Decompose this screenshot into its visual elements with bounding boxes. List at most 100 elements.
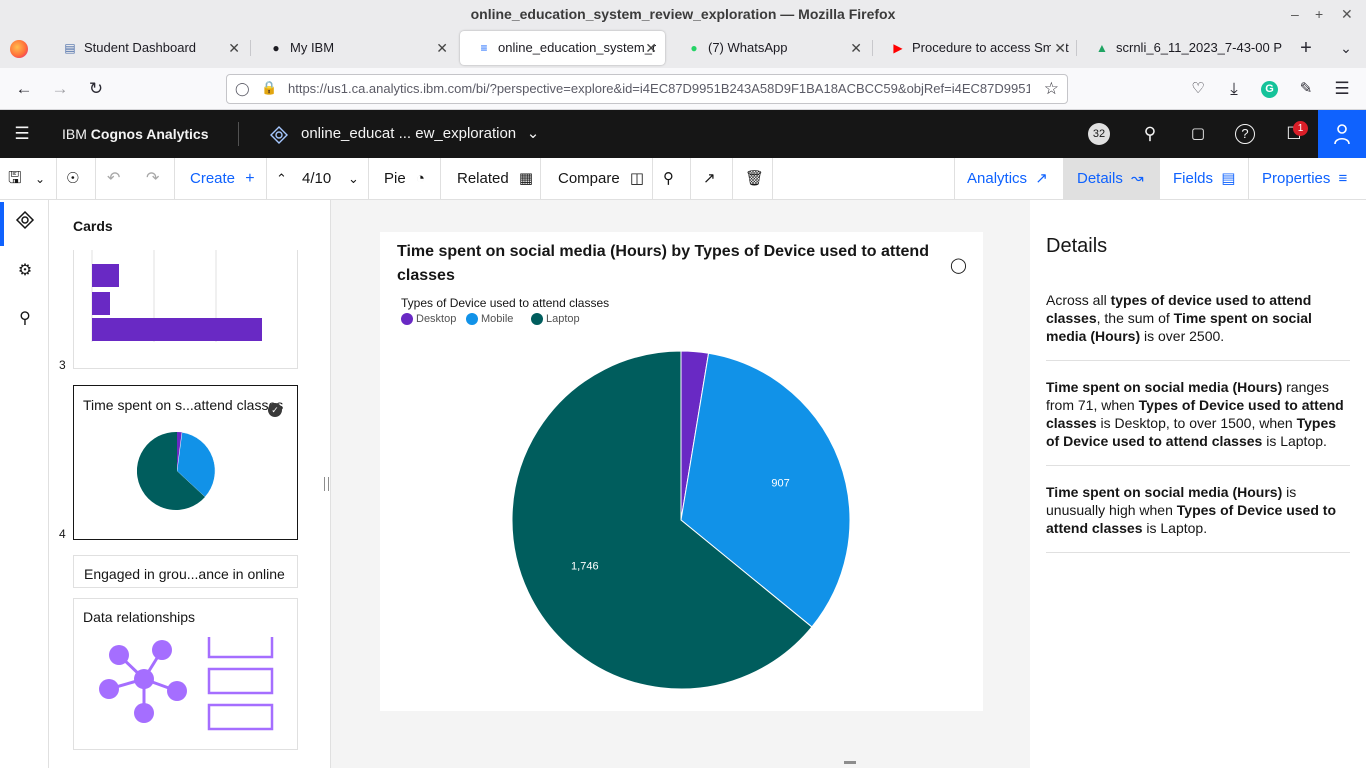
maximize-icon[interactable]: + [1315, 0, 1323, 28]
insight-emphasis: Time spent on social media (Hours) [1046, 484, 1283, 500]
close-tab-icon[interactable]: ✕ [850, 28, 862, 68]
related-button[interactable]: Related ▦ [457, 158, 533, 200]
browser-tab-google-drive[interactable]: ▲ scrnli_6_11_2023_7-43-00 P [1078, 28, 1284, 68]
card-number: 3 [59, 358, 66, 372]
tab-fields[interactable]: Fields ▤ [1173, 158, 1235, 199]
chevron-down-icon[interactable]: ⌄ [521, 122, 545, 146]
browser-tab-student-dashboard[interactable]: ▤ Student Dashboard ✕ [46, 28, 248, 68]
browser-tab-youtube[interactable]: ▶ Procedure to access Smart ✕ [874, 28, 1074, 68]
browser-tab-strip: ▤ Student Dashboard ✕ ● My IBM ✕ ≡ online_e… [0, 28, 1366, 68]
cards-panel: Cards 3 Time spent on s...attend classes… [49, 200, 324, 768]
previous-card-icon[interactable]: ⌃ [276, 158, 287, 200]
shield-icon[interactable]: ◯ [235, 81, 250, 97]
left-rail: ⚙ ⚲ [0, 200, 49, 768]
card-4-selected[interactable]: Time spent on s...attend classes ✓ [73, 385, 298, 540]
card-title: Data relationships [83, 609, 196, 625]
search-icon[interactable]: ⚲ [1138, 122, 1162, 146]
viz-type-label: Pie [384, 170, 406, 187]
undo-icon[interactable]: ↶ [107, 158, 120, 200]
canvas-area: Time spent on social media (Hours) by Ty… [330, 200, 1030, 768]
browser-tab-whatsapp[interactable]: ● (7) WhatsApp ✕ [670, 28, 870, 68]
analytics-icon: ↗ [1035, 170, 1048, 187]
compare-button[interactable]: Compare ◫ [558, 158, 644, 200]
bookmark-star-icon[interactable]: ☆ [1044, 79, 1059, 99]
tab-label: scrnli_6_11_2023_7-43-00 P [1116, 40, 1282, 55]
visualization-type-button[interactable]: Pie ◔ [384, 158, 425, 200]
close-tab-icon[interactable]: ✕ [1051, 28, 1066, 68]
user-icon [1334, 122, 1350, 146]
card-3-bar-thumbnail [91, 250, 262, 342]
card-title: Time spent on s...attend classes [83, 397, 284, 413]
insight-text: , the sum of [1096, 310, 1174, 326]
hamburger-menu-icon[interactable]: ☰ [10, 122, 34, 146]
reload-icon[interactable]: ↻ [84, 77, 108, 101]
close-window-icon[interactable]: ✕ [1341, 0, 1353, 28]
delete-icon[interactable]: 🗑 [745, 158, 764, 200]
url-bar[interactable]: ◯ 🔒 https://us1.ca.analytics.ibm.com/bi/… [226, 74, 1068, 104]
details-title: Details [1046, 235, 1108, 257]
trend-icon[interactable]: ↗ [703, 158, 716, 200]
app-menu-icon[interactable]: ☰ [1330, 77, 1354, 101]
tab-properties[interactable]: Properties ≡ [1262, 158, 1347, 199]
data-label-mobile: 907 [771, 477, 789, 489]
tab-details[interactable]: Details ↝ [1063, 158, 1159, 199]
close-tab-icon[interactable]: ✕ [436, 28, 448, 68]
minimize-icon[interactable]: – [1291, 0, 1299, 28]
pin-icon[interactable]: ⚲ [663, 158, 674, 200]
share-icon[interactable]: ☉ [66, 158, 79, 200]
tab-label: Student Dashboard [84, 40, 197, 55]
panel-resize-handle[interactable] [324, 477, 329, 491]
ibm-icon: ● [272, 41, 280, 55]
related-icon: ▦ [518, 170, 534, 187]
exploration-cards-icon[interactable] [12, 210, 38, 236]
insight-2: Time spent on social media (Hours) range… [1046, 378, 1350, 450]
cognos-header: ☰ IBM Cognos Analytics online_educat ...… [0, 110, 1366, 158]
card-5[interactable]: Engaged in grou...ance in online [73, 555, 298, 588]
product-name-bold: Cognos Analytics [90, 126, 209, 142]
canvas-resize-handle[interactable] [844, 761, 856, 764]
save-menu-chevron-icon[interactable]: ⌄ [35, 158, 45, 200]
document-name[interactable]: online_educat ... ew_exploration [301, 110, 516, 158]
lock-icon[interactable]: 🔒 [261, 80, 277, 96]
google-drive-icon: ▲ [1096, 41, 1108, 55]
next-card-icon[interactable]: ⌄ [348, 158, 359, 200]
card-number: 4 [59, 527, 66, 541]
close-tab-icon[interactable]: ✕ [228, 28, 240, 68]
notification-count-badge: 1 [1293, 121, 1308, 136]
back-icon[interactable]: ← [12, 77, 36, 101]
related-label: Related [457, 170, 509, 187]
exploration-icon [269, 125, 289, 145]
user-avatar[interactable] [1318, 110, 1366, 158]
new-tab-icon[interactable]: + [1294, 36, 1318, 60]
card-data-relationships[interactable]: Data relationships [73, 598, 298, 750]
help-icon[interactable]: ? [1235, 124, 1255, 144]
extensions-icon[interactable]: ✎ [1294, 77, 1318, 101]
youtube-icon: ▶ [893, 41, 903, 55]
create-button[interactable]: Create + [190, 158, 255, 200]
details-label: Details [1077, 170, 1123, 187]
save-icon[interactable]: 🖫 [8, 158, 22, 200]
user-count-badge[interactable]: 32 [1088, 123, 1110, 145]
url-text[interactable]: https://us1.ca.analytics.ibm.com/bi/?per… [288, 75, 1030, 103]
whatsapp-icon: ● [690, 41, 698, 55]
browser-tab-my-ibm[interactable]: ● My IBM ✕ [252, 28, 456, 68]
forward-icon[interactable]: → [48, 77, 72, 101]
card-3[interactable] [73, 250, 298, 369]
pin-icon[interactable]: ⚲ [12, 306, 38, 332]
pocket-icon[interactable]: ♡ [1186, 77, 1210, 101]
plus-icon: + [245, 170, 255, 187]
cognos-icon: ≡ [480, 41, 488, 55]
tab-analytics[interactable]: Analytics ↗ [967, 158, 1048, 199]
rail-active-indicator [0, 202, 4, 246]
browser-tab-cognos-exploration[interactable]: ≡ online_education_system_r ✕ [460, 31, 665, 65]
firefox-icon[interactable] [10, 40, 28, 58]
tab-label: Procedure to access Smart [912, 40, 1069, 55]
grammarly-icon[interactable]: G [1261, 81, 1278, 98]
chat-icon[interactable]: ▢ [1186, 122, 1210, 146]
insight-text: is Laptop. [1142, 520, 1208, 536]
redo-icon[interactable]: ↷ [146, 158, 159, 200]
list-all-tabs-icon[interactable]: ⌄ [1334, 36, 1358, 60]
data-tree-icon[interactable]: ⚙ [12, 258, 38, 284]
downloads-icon[interactable]: ⤓ [1222, 77, 1246, 101]
close-tab-icon[interactable]: ✕ [645, 31, 657, 65]
